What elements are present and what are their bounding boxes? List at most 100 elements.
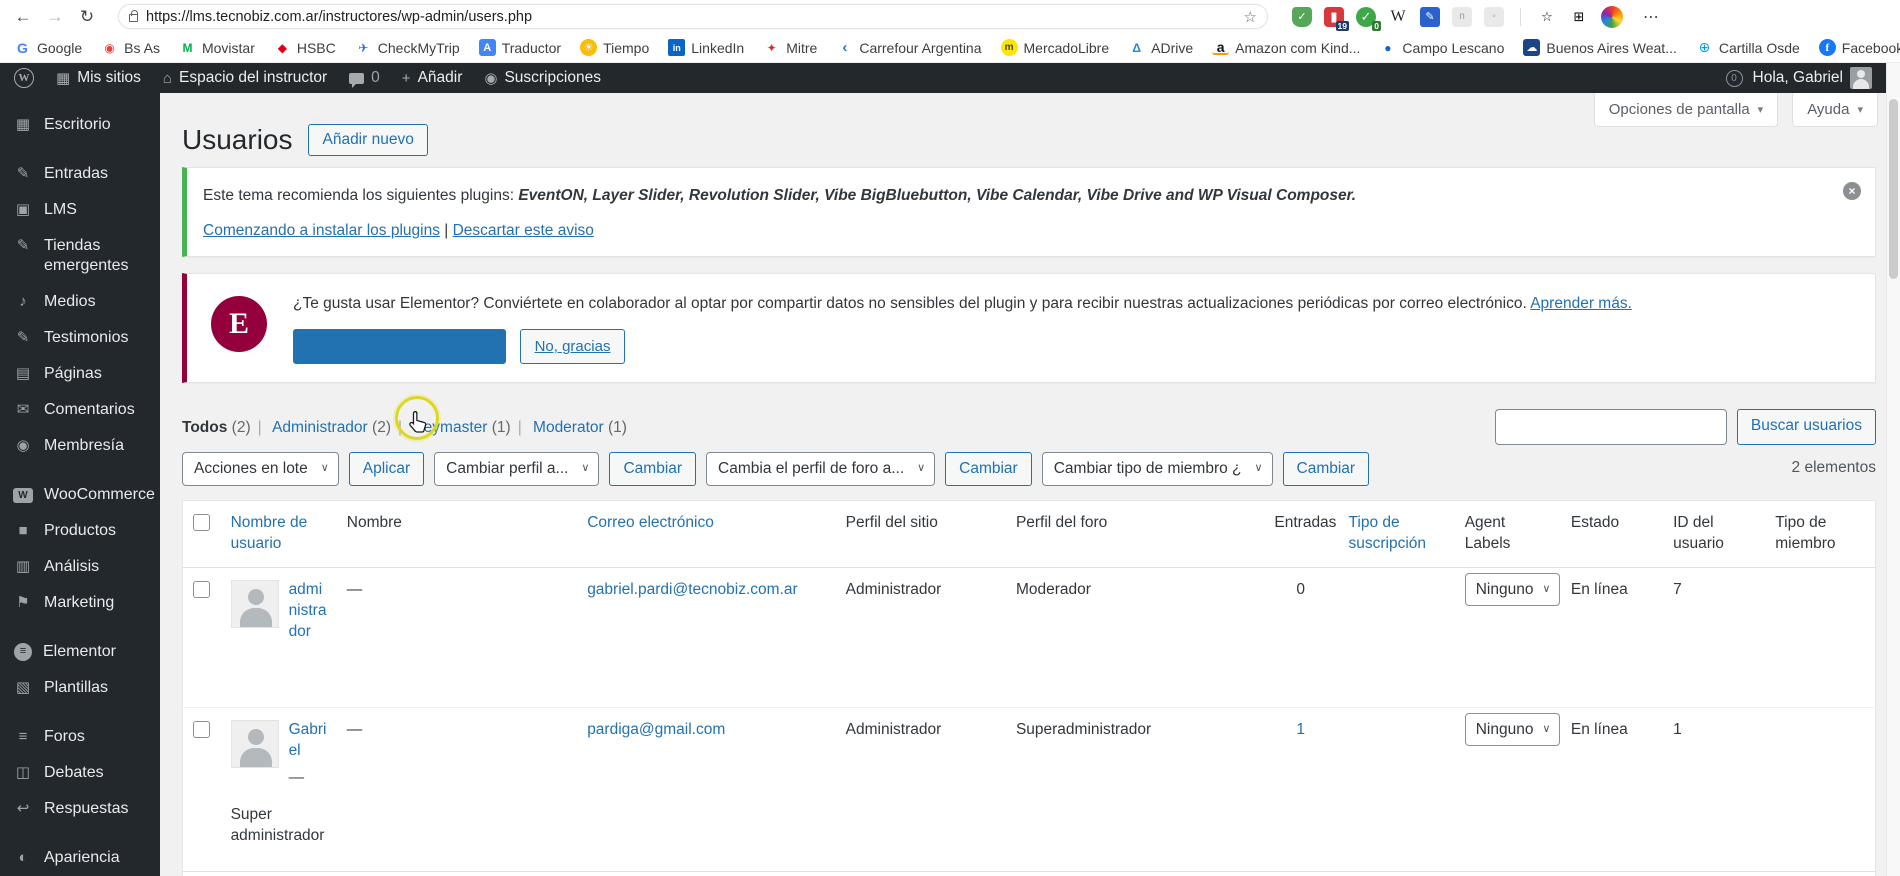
- bookmark-hsbc[interactable]: ◆ HSBC: [274, 39, 336, 56]
- change-forum-role-select[interactable]: Cambia el perfil de foro a... ∨: [706, 452, 936, 487]
- account-menu[interactable]: Hola, Gabriel: [1753, 67, 1872, 89]
- site-menu[interactable]: ⌂ Espacio del instructor: [163, 69, 327, 87]
- refresh-icon[interactable]: ↻: [74, 4, 100, 30]
- add-favorite-icon[interactable]: ☆: [1244, 8, 1257, 26]
- sidebar-item-membresia[interactable]: ◉ Membresía: [0, 428, 160, 464]
- bookmark-osde[interactable]: ⊕ Cartilla Osde: [1696, 39, 1799, 56]
- email-link[interactable]: pardiga@gmail.com: [587, 721, 725, 738]
- back-icon[interactable]: ←: [10, 4, 36, 30]
- sidebar-item-medios[interactable]: ♪ Medios: [0, 284, 160, 320]
- change-forum-role-button[interactable]: Cambiar: [945, 452, 1032, 487]
- bookmark-checkmytrip[interactable]: ✈ CheckMyTrip: [355, 39, 459, 56]
- page-scrollbar[interactable]: [1886, 63, 1900, 876]
- learn-more-link[interactable]: Aprender más.: [1530, 295, 1632, 312]
- change-role-select[interactable]: Cambiar perfil a... ∨: [434, 452, 600, 487]
- sidebar-item-label: Análisis: [44, 558, 100, 575]
- address-bar[interactable]: https://lms.tecnobiz.com.ar/instructores…: [118, 4, 1268, 29]
- new-content-menu[interactable]: + Añadir: [402, 69, 463, 87]
- sidebar-item-foros[interactable]: ≡ Foros: [0, 719, 160, 755]
- wikipedia-icon[interactable]: W: [1388, 7, 1408, 27]
- sidebar-item-elementor[interactable]: ≡ Elementor: [0, 634, 160, 670]
- url-text[interactable]: https://lms.tecnobiz.com.ar/instructores…: [146, 9, 1236, 25]
- bookmark-adrive[interactable]: Δ ADrive: [1128, 39, 1193, 56]
- bookmark-mercadolibre[interactable]: m MercadoLibre: [1000, 39, 1109, 56]
- bookmark-facebook[interactable]: f Facebook: [1818, 39, 1900, 56]
- collections-icon[interactable]: ⊞: [1569, 7, 1589, 27]
- bookmark-ba-weather[interactable]: ☁ Buenos Aires Weat...: [1523, 39, 1677, 56]
- adblock-shield-icon[interactable]: ✓: [1292, 6, 1312, 27]
- bookmark-linkedin[interactable]: in LinkedIn: [668, 39, 744, 56]
- sort-subscription-header[interactable]: Tipo de suscripción: [1349, 514, 1427, 552]
- browser-profile-avatar[interactable]: [1601, 5, 1623, 28]
- apply-button[interactable]: Aplicar: [348, 452, 425, 487]
- search-users-input[interactable]: [1494, 409, 1727, 446]
- bookmark-traductor[interactable]: A Traductor: [478, 39, 561, 56]
- bookmark-movistar[interactable]: M Movistar: [179, 39, 254, 56]
- sidebar-item-plantillas[interactable]: ▧ Plantillas: [0, 670, 160, 706]
- row-checkbox[interactable]: [193, 581, 210, 599]
- username-link[interactable]: Gabriel: [289, 721, 327, 759]
- select-all-checkbox[interactable]: [193, 514, 210, 532]
- sidebar-item-lms[interactable]: ▣ LMS: [0, 192, 160, 228]
- view-moderator[interactable]: Moderator: [533, 419, 604, 436]
- sidebar-item-comentarios[interactable]: ✉ Comentarios: [0, 392, 160, 428]
- bookmark-amazon[interactable]: a Amazon com Kind...: [1212, 40, 1360, 56]
- translate-favicon: A: [478, 39, 496, 56]
- install-plugins-link[interactable]: Comenzando a instalar los plugins: [203, 222, 440, 239]
- favorites-hub-icon[interactable]: ☆: [1537, 7, 1557, 27]
- sidebar-item-respuestas[interactable]: ↩ Respuestas: [0, 791, 160, 827]
- sidebar-item-debates[interactable]: ◫ Debates: [0, 755, 160, 791]
- sidebar-item-analisis[interactable]: ▥ Análisis: [0, 549, 160, 585]
- help-button[interactable]: Ayuda ▾: [1792, 93, 1878, 127]
- antivirus-check-icon[interactable]: ✓ 0: [1356, 6, 1381, 31]
- comments-menu[interactable]: 0: [349, 69, 380, 88]
- sort-email-header[interactable]: Correo electrónico: [587, 514, 714, 531]
- subscriptions-menu[interactable]: ◉ Suscripciones: [484, 69, 601, 87]
- extension-icon-1[interactable]: n: [1452, 6, 1472, 27]
- row-checkbox[interactable]: [193, 721, 210, 739]
- bookmark-bsas[interactable]: ◉ Bs As: [101, 39, 160, 56]
- scrollbar-thumb[interactable]: [1889, 99, 1898, 279]
- bookmark-google[interactable]: G Google: [14, 39, 82, 56]
- agent-label-select[interactable]: Ninguno ∨: [1464, 573, 1561, 607]
- view-todos[interactable]: Todos (2): [182, 419, 251, 436]
- password-manager-icon[interactable]: ▮ 19: [1324, 6, 1349, 31]
- sidebar-item-woocommerce[interactable]: W WooCommerce: [0, 477, 160, 513]
- notifications-icon[interactable]: 0: [1725, 69, 1743, 87]
- search-users-button[interactable]: Buscar usuarios: [1736, 409, 1876, 446]
- bookmark-mitre[interactable]: ✦ Mitre: [763, 39, 818, 56]
- bookmark-tiempo[interactable]: ☀ Tiempo: [580, 39, 649, 56]
- change-member-type-button[interactable]: Cambiar: [1282, 452, 1370, 487]
- wordpress-logo-icon[interactable]: W: [14, 68, 34, 88]
- my-sites-menu[interactable]: ▦ Mis sitios: [56, 69, 141, 87]
- sidebar-item-productos[interactable]: ■ Productos: [0, 513, 160, 549]
- sidebar-item-entradas[interactable]: ✎ Entradas: [0, 156, 160, 192]
- posts-count-link[interactable]: 1: [1274, 720, 1305, 741]
- screen-options-button[interactable]: Opciones de pantalla ▾: [1593, 93, 1779, 127]
- sidebar-item-escritorio[interactable]: ▦ Escritorio: [0, 107, 160, 143]
- bulk-actions-select[interactable]: Acciones en lote ∨: [182, 452, 339, 487]
- sidebar-item-marketing[interactable]: ⚑ Marketing: [0, 585, 160, 621]
- sidebar-item-paginas[interactable]: ▤ Páginas: [0, 356, 160, 392]
- sidebar-item-apariencia[interactable]: ◐ Apariencia: [0, 840, 160, 876]
- browser-menu-icon[interactable]: ⋯: [1643, 7, 1659, 27]
- sort-username-header[interactable]: Nombre de usuario: [231, 514, 308, 552]
- view-administrador[interactable]: Administrador: [272, 419, 368, 436]
- extension-icon-2[interactable]: ◦: [1484, 6, 1504, 27]
- change-role-button[interactable]: Cambiar: [609, 452, 697, 487]
- agent-label-select[interactable]: Ninguno ∨: [1464, 713, 1561, 747]
- close-icon[interactable]: ×: [1843, 181, 1861, 200]
- username-link[interactable]: administrador: [289, 581, 327, 640]
- email-link[interactable]: gabriel.pardi@tecnobiz.com.ar: [587, 581, 797, 598]
- add-new-user-button[interactable]: Añadir nuevo: [308, 123, 428, 156]
- bookmark-campo-lescano[interactable]: ● Campo Lescano: [1379, 39, 1504, 56]
- picker-extension-icon[interactable]: ✎: [1420, 6, 1440, 27]
- forward-icon[interactable]: →: [42, 4, 68, 30]
- sidebar-item-tiendas-emergentes[interactable]: ✎ Tiendas emergentes: [0, 228, 160, 284]
- elementor-accept-button[interactable]: ¡Claro!, me gustaría ayudar: [293, 329, 506, 365]
- bookmark-carrefour[interactable]: ‹ Carrefour Argentina: [836, 39, 981, 56]
- elementor-decline-button[interactable]: No, gracias: [519, 329, 626, 365]
- dismiss-notice-link[interactable]: Descartar este aviso: [453, 222, 594, 239]
- change-member-type-select[interactable]: Cambiar tipo de miembro ¿ ∨: [1041, 452, 1273, 487]
- sidebar-item-testimonios[interactable]: ✎ Testimonios: [0, 320, 160, 356]
